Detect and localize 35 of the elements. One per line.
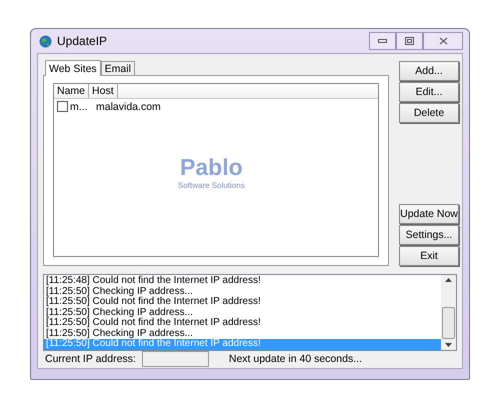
action-button[interactable]: Add... xyxy=(399,61,459,81)
ip-field[interactable] xyxy=(142,351,209,368)
logo-subtitle: Software Solutions xyxy=(178,181,245,190)
column-header[interactable]: Name xyxy=(54,84,90,98)
ip-label: Current IP address: xyxy=(45,353,136,366)
log-line[interactable]: [11:25:48] Could not find the Internet IP address! xyxy=(44,276,441,286)
close-icon xyxy=(438,37,448,45)
minimize-button[interactable] xyxy=(369,32,396,50)
window-title: UpdateIP xyxy=(57,34,108,48)
log-line[interactable]: [11:25:50] Checking IP address... xyxy=(44,328,441,339)
tab[interactable]: Web Sites xyxy=(45,60,101,76)
log-line[interactable]: [11:25:50] Could not find the Internet IP address! xyxy=(44,318,441,328)
log-line[interactable]: [11:25:50] Could not find the Internet IP address! xyxy=(44,297,441,308)
minimize-icon xyxy=(378,39,387,43)
maximize-button[interactable] xyxy=(396,32,423,50)
scrollbar-thumb[interactable] xyxy=(442,306,455,338)
scroll-down-icon[interactable] xyxy=(445,342,452,346)
globe-icon xyxy=(39,34,52,48)
checkbox[interactable] xyxy=(57,101,68,112)
log-line[interactable]: [11:25:50] Checking IP address... xyxy=(44,286,441,297)
log-line[interactable]: [11:25:50] Checking IP address... xyxy=(44,308,441,318)
action-button[interactable]: Edit... xyxy=(399,82,459,102)
logo-title: Pablo xyxy=(179,154,244,181)
table-cell: malavida.com xyxy=(96,100,161,112)
column-header[interactable]: Host xyxy=(89,84,118,98)
table-cell-text: m... xyxy=(70,100,88,112)
maximize-icon xyxy=(405,37,414,45)
scroll-up-icon[interactable] xyxy=(445,278,452,282)
action-button[interactable]: Update Now xyxy=(399,204,459,224)
action-button[interactable]: Delete xyxy=(399,103,459,123)
close-button[interactable] xyxy=(423,32,463,50)
action-button[interactable]: Settings... xyxy=(399,225,459,245)
tab[interactable]: Email xyxy=(100,61,135,75)
next-update-text: Next update in 40 seconds... xyxy=(228,353,362,366)
action-button[interactable]: Exit xyxy=(399,246,459,266)
